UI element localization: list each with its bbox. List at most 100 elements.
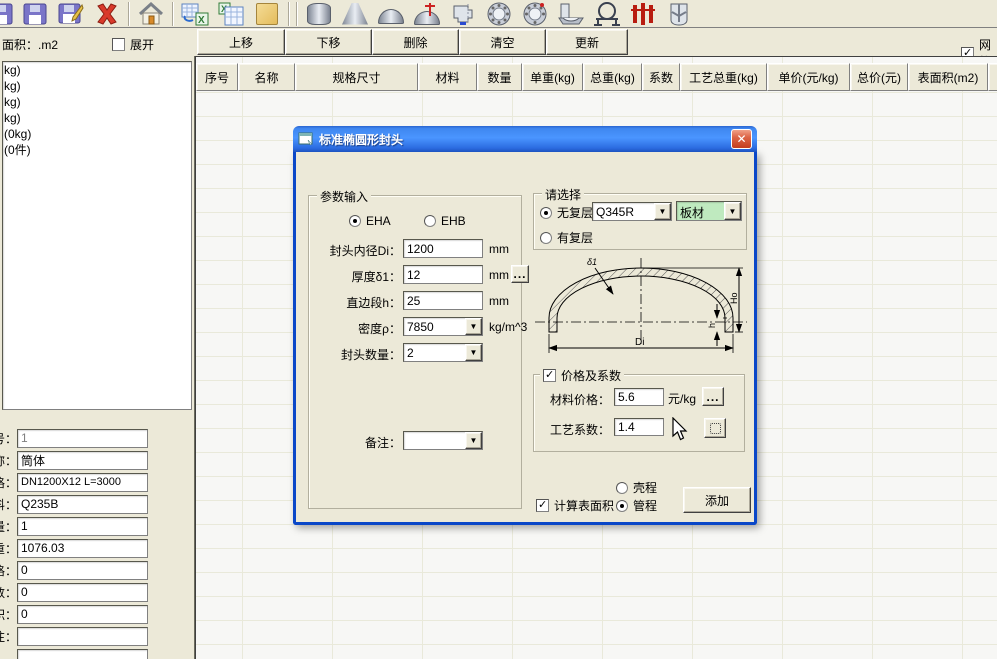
form-label: 格：: [0, 562, 17, 579]
price-more-button[interactable]: ...: [702, 387, 724, 406]
col-header-total-weight[interactable]: 总重(kg): [583, 63, 642, 91]
delete-row-button[interactable]: 删除: [372, 29, 459, 55]
form-label: 量：: [0, 518, 17, 535]
svg-text:X: X: [198, 15, 205, 26]
agitator-icon[interactable]: [664, 1, 694, 27]
coef-field[interactable]: [18, 584, 147, 601]
material-combo[interactable]: ▼: [592, 202, 672, 221]
home-icon[interactable]: [136, 1, 166, 27]
material-field[interactable]: [18, 496, 147, 513]
thickness-more-button[interactable]: ...: [511, 265, 529, 283]
col-header-unit-price[interactable]: 单价(元/kg): [767, 63, 850, 91]
radio-eha[interactable]: EHA: [349, 214, 391, 228]
radio-tube-side[interactable]: 管程: [616, 497, 657, 514]
calc-surface-checkbox[interactable]: 计算表面积: [536, 497, 614, 514]
calc-icon[interactable]: [704, 418, 726, 438]
radio-shell-side-dot[interactable]: [616, 482, 628, 494]
red-columns-icon[interactable]: [628, 1, 658, 27]
col-header-index[interactable]: 序号: [196, 63, 238, 91]
excel-report-icon[interactable]: X: [216, 1, 246, 27]
cone-icon[interactable]: [340, 1, 370, 27]
qty-field[interactable]: [18, 518, 147, 535]
col-header-spec[interactable]: 规格尺寸: [295, 63, 418, 91]
export-excel-icon[interactable]: X: [180, 1, 210, 27]
radio-ehb[interactable]: EHB: [424, 214, 466, 228]
col-header-partial[interactable]: [988, 63, 997, 91]
head-marked-icon[interactable]: [412, 1, 442, 27]
material-combo-value[interactable]: [593, 203, 654, 220]
thickness-input[interactable]: [404, 266, 482, 283]
price-group-checkbox[interactable]: 价格及系数: [540, 367, 624, 384]
extra-field[interactable]: [18, 650, 147, 659]
chevron-down-icon[interactable]: ▼: [465, 318, 482, 335]
radio-shell-side[interactable]: 壳程: [616, 479, 657, 496]
radio-with-cladding[interactable]: 有复层: [540, 229, 593, 246]
coef-label: 工艺系数：: [544, 421, 610, 438]
saddle-support-icon[interactable]: [556, 1, 586, 27]
col-header-coef[interactable]: 系数: [642, 63, 680, 91]
update-button[interactable]: 更新: [546, 29, 628, 55]
col-header-material[interactable]: 材料: [418, 63, 477, 91]
material-type-combo[interactable]: 板材 ▼: [676, 201, 742, 221]
col-header-unit-weight[interactable]: 单重(kg): [522, 63, 583, 91]
price-field[interactable]: [18, 562, 147, 579]
summary-listbox[interactable]: kg) kg) kg) kg) (0kg) (0件): [2, 61, 192, 410]
density-combo[interactable]: ▼: [403, 317, 483, 336]
radio-tube-side-dot[interactable]: [616, 500, 628, 512]
note-icon[interactable]: [252, 1, 282, 27]
material-price-input[interactable]: [615, 389, 663, 405]
radio-eha-dot[interactable]: [349, 215, 361, 227]
save-partial-icon[interactable]: [0, 1, 14, 27]
col-header-proc-weight[interactable]: 工艺总重(kg): [680, 63, 767, 91]
col-header-total-price[interactable]: 总价(元): [850, 63, 908, 91]
form-row-price: 格：: [0, 560, 150, 580]
chevron-down-icon[interactable]: ▼: [654, 203, 671, 220]
calc-icon-glyph: [710, 423, 721, 434]
radio-no-cladding[interactable]: 无复层: [540, 204, 593, 221]
index-field[interactable]: [18, 430, 147, 447]
weight-field[interactable]: [18, 540, 147, 557]
straight-height-input[interactable]: [404, 292, 482, 309]
remark-combo[interactable]: ▼: [403, 431, 483, 450]
expand-checkbox-box[interactable]: [112, 38, 125, 51]
process-coef-input[interactable]: [615, 419, 663, 435]
nozzle-icon[interactable]: [448, 1, 478, 27]
remark-field[interactable]: [18, 628, 147, 645]
dialog-titlebar[interactable]: 标准椭圆形封头 ✕: [293, 126, 757, 152]
radio-no-cladding-dot[interactable]: [540, 207, 552, 219]
calc-surface-checkbox-box[interactable]: [536, 499, 549, 512]
price-group-checkbox-box[interactable]: [543, 369, 556, 382]
radio-with-cladding-dot[interactable]: [540, 232, 552, 244]
clear-button[interactable]: 清空: [459, 29, 546, 55]
close-icon[interactable]: ✕: [731, 129, 752, 149]
inner-diameter-input[interactable]: [404, 240, 482, 257]
col-header-surface-area[interactable]: 表面积(m2): [908, 63, 988, 91]
chevron-down-icon[interactable]: ▼: [465, 432, 482, 449]
area-field[interactable]: [18, 606, 147, 623]
name-field[interactable]: [18, 452, 147, 469]
col-header-name[interactable]: 名称: [238, 63, 295, 91]
flange-bolted-icon[interactable]: [520, 1, 550, 27]
expand-checkbox[interactable]: 展开: [112, 36, 154, 53]
bracket-support-icon[interactable]: [592, 1, 622, 27]
chevron-down-icon[interactable]: ▼: [465, 344, 482, 361]
spec-field[interactable]: [18, 474, 147, 491]
chevron-down-icon[interactable]: ▼: [724, 202, 741, 220]
flange-icon[interactable]: [484, 1, 514, 27]
field-label-density: 密度ρ：: [309, 320, 401, 337]
add-button[interactable]: 添加: [683, 487, 751, 513]
move-up-button[interactable]: 上移: [197, 29, 285, 55]
remark-value[interactable]: [404, 432, 465, 449]
density-value[interactable]: [404, 318, 465, 335]
save-icon[interactable]: [20, 1, 50, 27]
delete-icon[interactable]: [92, 1, 122, 27]
col-header-qty[interactable]: 数量: [477, 63, 522, 91]
radio-ehb-dot[interactable]: [424, 215, 436, 227]
head-count-combo[interactable]: ▼: [403, 343, 483, 362]
cylinder-icon[interactable]: [304, 1, 334, 27]
move-down-button[interactable]: 下移: [285, 29, 372, 55]
head-icon[interactable]: [376, 1, 406, 27]
head-count-value[interactable]: [404, 344, 465, 361]
form-label: 称：: [0, 452, 17, 469]
save-as-icon[interactable]: [56, 1, 86, 27]
